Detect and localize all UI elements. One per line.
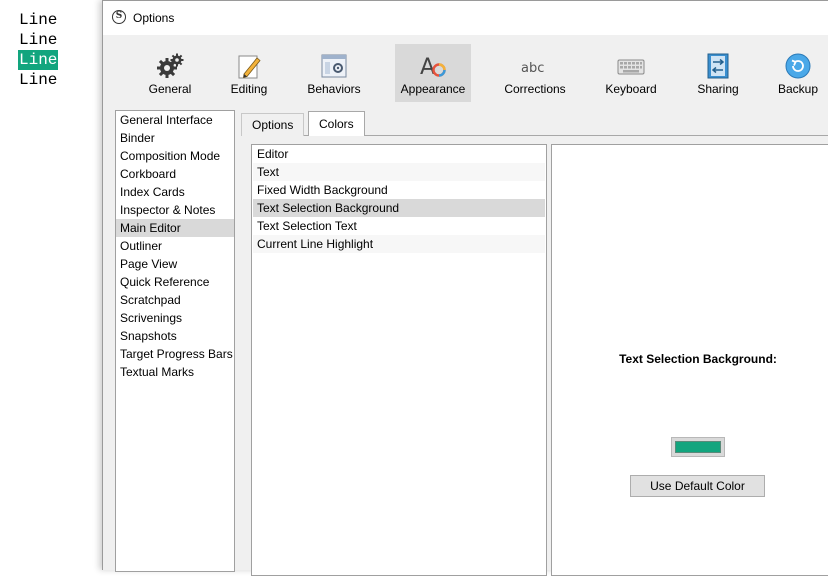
scrivener-logo-icon: S xyxy=(112,10,126,24)
category-item[interactable]: Snapshots xyxy=(116,327,234,345)
color-swatch xyxy=(675,441,721,453)
category-item[interactable]: Scrivenings xyxy=(116,309,234,327)
toolbar-label: General xyxy=(148,82,192,96)
category-item[interactable]: Page View xyxy=(116,255,234,273)
category-item[interactable]: Outliner xyxy=(116,237,234,255)
title-bar[interactable]: S Options xyxy=(103,0,828,35)
color-element-item[interactable]: Text xyxy=(253,163,545,181)
toolbar-sharing[interactable]: Sharing xyxy=(680,44,756,102)
preview-line: Line xyxy=(19,31,58,49)
toolbar-appearance[interactable]: A Appearance xyxy=(395,44,471,102)
gears-icon xyxy=(157,53,184,78)
color-detail-panel: Text Selection Background: Use Default C… xyxy=(551,144,828,576)
window-title: Options xyxy=(133,11,175,25)
category-list[interactable]: General Interface Binder Composition Mod… xyxy=(115,110,235,572)
category-item[interactable]: Composition Mode xyxy=(116,147,234,165)
editor-preview: Line Line Line Line xyxy=(18,10,59,90)
toolbar-backup[interactable]: Backup xyxy=(760,44,828,102)
appearance-icon: A xyxy=(420,55,446,80)
toolbar-keyboard[interactable]: Keyboard xyxy=(593,44,669,102)
preview-line: Line xyxy=(19,71,58,89)
category-item[interactable]: Textual Marks xyxy=(116,363,234,381)
toolbar-label: Corrections xyxy=(504,82,566,96)
color-element-title: Text Selection Background: xyxy=(619,352,777,366)
toolbar-label: Keyboard xyxy=(605,82,657,96)
category-item[interactable]: Main Editor xyxy=(116,219,234,237)
category-item[interactable]: Corkboard xyxy=(116,165,234,183)
behaviors-icon xyxy=(321,54,347,78)
category-item[interactable]: Quick Reference xyxy=(116,273,234,291)
category-item[interactable]: Scratchpad xyxy=(116,291,234,309)
category-item[interactable]: Inspector & Notes xyxy=(116,201,234,219)
options-dialog: S Options General Editing Behaviors A Ap… xyxy=(102,0,828,576)
tab-colors[interactable]: Colors xyxy=(308,111,365,136)
preview-line-selected: Line xyxy=(18,50,59,70)
color-element-item[interactable]: Text Selection Background xyxy=(253,199,545,217)
backup-icon xyxy=(785,53,811,79)
toolbar-behaviors[interactable]: Behaviors xyxy=(296,44,372,102)
color-element-list[interactable]: Editor Text Fixed Width Background Text … xyxy=(251,144,547,576)
toolbar-label: Backup xyxy=(777,82,819,96)
toolbar-label: Editing xyxy=(230,82,268,96)
category-item[interactable]: Binder xyxy=(116,129,234,147)
tab-options[interactable]: Options xyxy=(241,113,305,136)
color-element-item[interactable]: Text Selection Text xyxy=(253,217,545,235)
color-element-item[interactable]: Current Line Highlight xyxy=(253,235,545,253)
preferences-toolbar: General Editing Behaviors A Appearance a… xyxy=(103,34,828,104)
toolbar-label: Sharing xyxy=(697,82,739,96)
toolbar-corrections[interactable]: abc Corrections xyxy=(497,44,573,102)
category-item[interactable]: Index Cards xyxy=(116,183,234,201)
color-element-item[interactable]: Fixed Width Background xyxy=(253,181,545,199)
svg-text:abc: abc xyxy=(521,61,544,76)
color-element-item[interactable]: Editor xyxy=(253,145,545,163)
toolbar-general[interactable]: General xyxy=(132,44,208,102)
pencil-icon xyxy=(238,55,261,79)
category-item[interactable]: Target Progress Bars xyxy=(116,345,234,363)
toolbar-label: Appearance xyxy=(400,82,466,96)
sharing-icon xyxy=(707,53,729,79)
preview-line: Line xyxy=(19,11,58,29)
category-item[interactable]: General Interface xyxy=(116,111,234,129)
color-swatch-button[interactable] xyxy=(671,437,725,457)
toolbar-editing[interactable]: Editing xyxy=(211,44,287,102)
abc-icon: abc xyxy=(521,61,544,76)
keyboard-icon xyxy=(617,59,645,75)
use-default-color-button[interactable]: Use Default Color xyxy=(630,475,765,497)
toolbar-label: Behaviors xyxy=(307,82,361,96)
